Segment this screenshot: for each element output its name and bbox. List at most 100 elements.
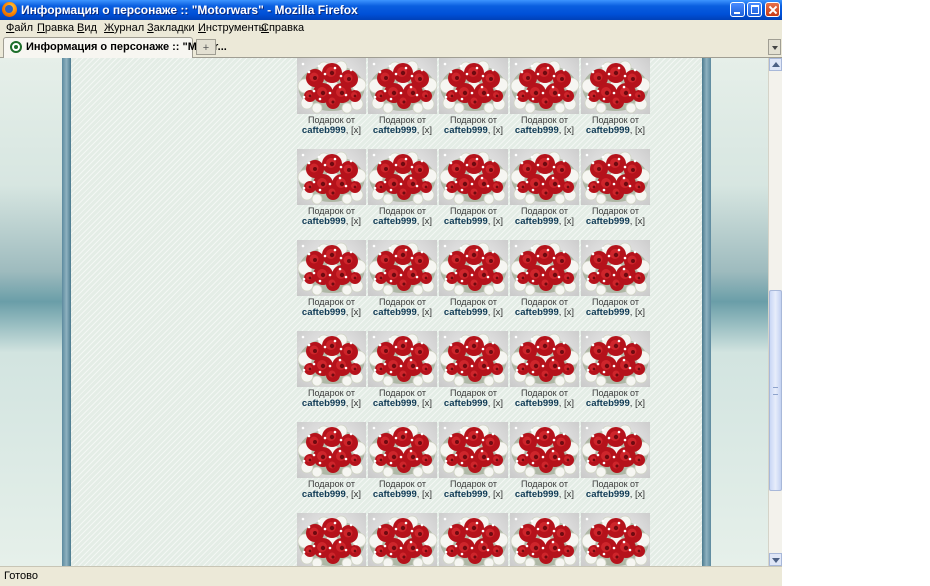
title-bar[interactable]: Информация о персонаже :: "Motorwars" - … [0,0,782,20]
gift-remove-link[interactable]: [x] [351,125,361,136]
gift-sender-link[interactable]: cafteb999 [302,125,346,136]
gift-sender-link[interactable]: cafteb999 [302,216,346,227]
gift-remove-link[interactable]: [x] [635,489,645,500]
rose-bouquet-icon [439,60,508,114]
gift-separator: , [416,398,420,409]
gift-sender-link[interactable]: cafteb999 [515,489,559,500]
menu-file[interactable]: Файл [6,20,33,36]
firefox-icon[interactable] [2,2,17,17]
menu-help[interactable]: Справка [261,20,304,36]
gift-cell: Подарок отcafteb999, [x] [580,58,651,149]
menu-view[interactable]: Вид [77,20,97,36]
gift-caption: Подарок от cafteb999, [x] [438,479,509,500]
gift-sender-link[interactable]: cafteb999 [444,216,488,227]
gift-sender-link[interactable]: cafteb999 [444,307,488,318]
gift-remove-link[interactable]: [x] [493,216,503,227]
gift-remove-link[interactable]: [x] [422,216,432,227]
gift-sender-link[interactable]: cafteb999 [586,307,630,318]
rose-bouquet-icon [368,424,437,478]
gift-sender-link[interactable]: cafteb999 [586,489,630,500]
gift-sender-link[interactable]: cafteb999 [444,398,488,409]
gift-sender-link[interactable]: cafteb999 [373,125,417,136]
status-bar: Готово [0,566,782,586]
gift-sender-link[interactable]: cafteb999 [444,489,488,500]
rose-bouquet-icon [368,60,437,114]
tab-character-info[interactable]: Информация о персонаже :: "Motor... [3,37,227,58]
gift-remove-link[interactable]: [x] [635,307,645,318]
gift-separator: , [416,216,420,227]
gift-sender-link[interactable]: cafteb999 [302,398,346,409]
gift-remove-link[interactable]: [x] [564,398,574,409]
gift-remove-link[interactable]: [x] [564,125,574,136]
gift-remove-link[interactable]: [x] [493,125,503,136]
gift-rose-bouquet-image [297,240,366,296]
gift-remove-link[interactable]: [x] [635,216,645,227]
gift-cell: Подарок отcafteb999, [x] [509,331,580,422]
new-tab-button[interactable]: + [196,39,216,55]
close-button[interactable] [765,2,780,17]
gift-sender-link[interactable]: cafteb999 [515,125,559,136]
gift-cell: Подарок отcafteb999, [x] [580,149,651,240]
gift-sender-link[interactable]: cafteb999 [515,307,559,318]
gift-sender-link[interactable]: cafteb999 [373,398,417,409]
gift-separator: , [558,398,562,409]
gift-sender-link[interactable]: cafteb999 [302,489,346,500]
gift-caption-prefix: Подарок от [308,206,355,216]
gift-sender-link[interactable]: cafteb999 [586,398,630,409]
minimize-button[interactable] [730,2,745,17]
menu-bookmarks[interactable]: Закладки [147,20,195,36]
gift-remove-link[interactable]: [x] [635,125,645,136]
gift-caption-prefix: Подарок от [450,388,497,398]
gift-sender-link[interactable]: cafteb999 [515,216,559,227]
gift-cell: Подарок отcafteb999, [x] [367,149,438,240]
menu-tools[interactable]: Инструменты [198,20,267,36]
gift-remove-link[interactable]: [x] [564,216,574,227]
gift-remove-link[interactable]: [x] [351,307,361,318]
gift-sender-link[interactable]: cafteb999 [586,125,630,136]
menu-history[interactable]: Журнал [104,20,144,36]
gift-remove-link[interactable]: [x] [351,489,361,500]
gift-caption: Подарок от cafteb999, [x] [367,206,438,227]
gift-remove-link[interactable]: [x] [635,398,645,409]
gift-cell: Подарок отcafteb999, [x] [509,422,580,513]
maximize-button[interactable] [747,2,762,17]
gift-sender-link[interactable]: cafteb999 [373,307,417,318]
gift-sender-link[interactable]: cafteb999 [302,307,346,318]
list-all-tabs-button[interactable] [768,39,781,55]
gift-cell: Подарок отcafteb999, [x] [438,513,509,566]
gift-remove-link[interactable]: [x] [422,307,432,318]
rose-bouquet-icon [439,151,508,205]
gift-remove-link[interactable]: [x] [422,125,432,136]
rose-bouquet-icon [439,424,508,478]
gift-remove-link[interactable]: [x] [564,307,574,318]
rose-bouquet-icon [297,333,366,387]
gift-remove-link[interactable]: [x] [351,216,361,227]
gift-remove-link[interactable]: [x] [422,489,432,500]
gift-caption: Подарок от cafteb999, [x] [580,115,651,136]
gift-sender-link[interactable]: cafteb999 [586,216,630,227]
gift-sender-link[interactable]: cafteb999 [515,398,559,409]
gift-caption: Подарок от cafteb999, [x] [296,479,367,500]
gift-rose-bouquet-image [297,58,366,114]
gift-remove-link[interactable]: [x] [564,489,574,500]
gift-remove-link[interactable]: [x] [493,398,503,409]
gift-rose-bouquet-image [297,422,366,478]
gift-sender-link[interactable]: cafteb999 [373,489,417,500]
gift-separator: , [487,398,491,409]
scroll-up-arrow-icon[interactable] [769,58,782,71]
gift-sender-link[interactable]: cafteb999 [373,216,417,227]
rose-bouquet-icon [368,333,437,387]
gift-remove-link[interactable]: [x] [493,307,503,318]
gift-remove-link[interactable]: [x] [493,489,503,500]
menu-edit[interactable]: Правка [37,20,74,36]
gift-remove-link[interactable]: [x] [422,398,432,409]
gift-rose-bouquet-image [581,240,650,296]
scrollbar-thumb[interactable] [769,290,782,491]
gift-cell: Подарок отcafteb999, [x] [367,58,438,149]
vertical-scrollbar[interactable] [768,58,782,566]
gift-remove-link[interactable]: [x] [351,398,361,409]
scroll-down-arrow-icon[interactable] [769,553,782,566]
gift-sender-link[interactable]: cafteb999 [444,125,488,136]
gift-separator: , [416,125,420,136]
gift-cell: Подарок отcafteb999, [x] [438,331,509,422]
